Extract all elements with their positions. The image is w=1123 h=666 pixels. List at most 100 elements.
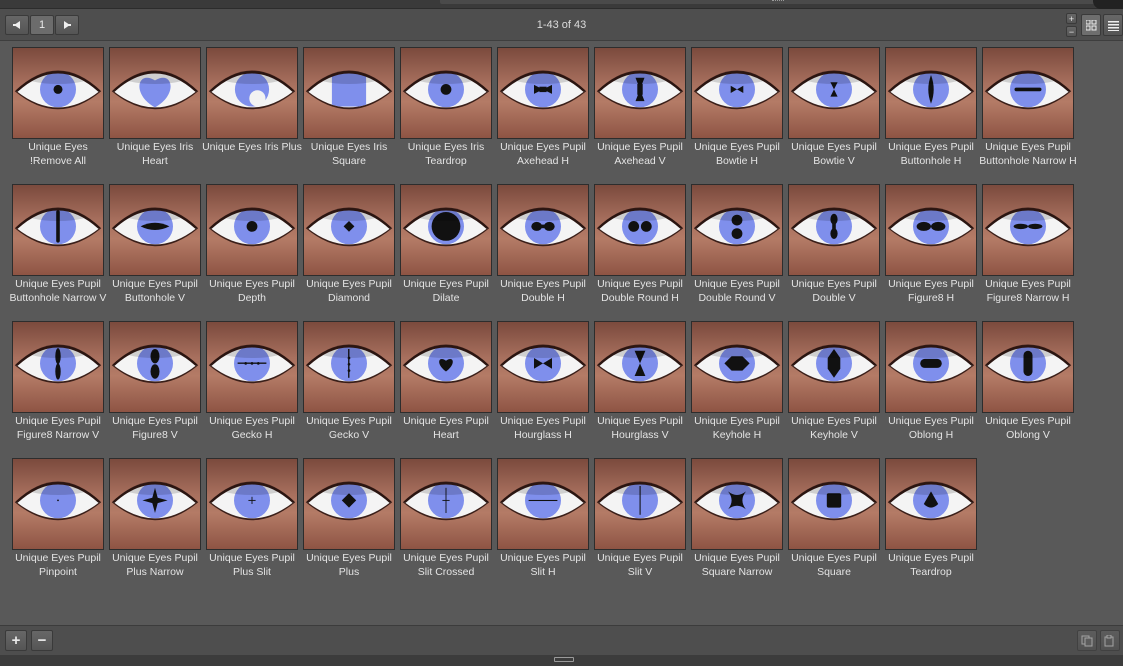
next-page-button[interactable] <box>55 15 79 35</box>
preset-tile[interactable]: Unique Eyes Pupil Buttonhole H <box>883 44 979 178</box>
preset-thumbnail[interactable] <box>206 321 298 413</box>
preset-thumbnail[interactable] <box>206 458 298 550</box>
preset-tile[interactable]: Unique Eyes Iris Square <box>301 44 397 178</box>
preset-thumbnail[interactable] <box>109 47 201 139</box>
zoom-in-button[interactable]: + <box>1066 13 1077 24</box>
preset-thumbnail[interactable] <box>594 458 686 550</box>
preset-tile[interactable]: Unique Eyes Pupil Gecko V <box>301 318 397 452</box>
preset-thumbnail[interactable] <box>594 321 686 413</box>
preset-thumbnail[interactable] <box>788 321 880 413</box>
preset-tile[interactable]: Unique Eyes Pupil Hourglass V <box>592 318 688 452</box>
preset-thumbnail[interactable] <box>12 458 104 550</box>
preset-thumbnail[interactable] <box>594 184 686 276</box>
preset-thumbnail[interactable] <box>691 47 783 139</box>
preset-tile[interactable]: Unique Eyes Pupil Plus Narrow <box>107 455 203 589</box>
preset-thumbnail[interactable] <box>982 47 1074 139</box>
preset-tile[interactable]: Unique Eyes Pupil Buttonhole Narrow H <box>979 44 1077 178</box>
preset-thumbnail[interactable] <box>109 458 201 550</box>
preset-tile[interactable]: Unique Eyes Pupil Figure8 H <box>883 181 979 315</box>
preset-thumbnail[interactable] <box>497 458 589 550</box>
thumbnail-view-button[interactable] <box>1081 14 1101 36</box>
preset-tile[interactable]: Unique Eyes Pupil Bowtie V <box>786 44 882 178</box>
preset-tile[interactable]: Unique Eyes Iris Heart <box>107 44 203 178</box>
preset-tile[interactable]: Unique Eyes Pupil Figure8 Narrow H <box>980 181 1076 315</box>
preset-thumbnail[interactable] <box>691 458 783 550</box>
preset-tile[interactable]: Unique Eyes Pupil Diamond <box>301 181 397 315</box>
preset-thumbnail[interactable] <box>691 184 783 276</box>
preset-thumbnail[interactable] <box>303 184 395 276</box>
preset-thumbnail[interactable] <box>303 321 395 413</box>
preset-tile[interactable]: Unique Eyes Pupil Figure8 Narrow V <box>10 318 106 452</box>
resize-handle[interactable] <box>554 657 574 662</box>
preset-tile[interactable]: Unique Eyes Pupil Keyhole V <box>786 318 882 452</box>
preset-tile[interactable]: Unique Eyes Pupil Double Round H <box>592 181 688 315</box>
preset-tile[interactable]: Unique Eyes Pupil Hourglass H <box>495 318 591 452</box>
preset-thumbnail[interactable] <box>109 321 201 413</box>
preset-thumbnail[interactable] <box>109 184 201 276</box>
preset-tile[interactable]: Unique Eyes Pupil Oblong V <box>980 318 1076 452</box>
preset-tile[interactable]: Unique Eyes Pupil Double Round V <box>689 181 785 315</box>
preset-tile[interactable]: Unique Eyes Pupil Depth <box>204 181 300 315</box>
preset-thumbnail[interactable] <box>885 458 977 550</box>
zoom-out-button[interactable]: − <box>1066 26 1077 37</box>
preset-thumbnail[interactable] <box>497 184 589 276</box>
preset-thumbnail[interactable] <box>303 47 395 139</box>
top-scroll-track[interactable] <box>440 0 1100 4</box>
preset-tile[interactable]: Unique Eyes Pupil Square Narrow <box>689 455 785 589</box>
preset-thumbnail[interactable] <box>12 321 104 413</box>
preset-thumbnail[interactable] <box>400 184 492 276</box>
list-view-button[interactable] <box>1103 14 1123 36</box>
preset-thumbnail[interactable] <box>303 458 395 550</box>
preset-tile[interactable]: Unique Eyes Pupil Teardrop <box>883 455 979 589</box>
remove-button[interactable]: − <box>31 630 53 651</box>
preset-thumbnail[interactable] <box>497 321 589 413</box>
preset-tile[interactable]: Unique Eyes Pupil Buttonhole V <box>107 181 203 315</box>
preset-tile[interactable]: Unique Eyes Pupil Slit Crossed <box>398 455 494 589</box>
previous-page-button[interactable] <box>5 15 29 35</box>
page-number-field[interactable]: 1 <box>30 15 54 35</box>
preset-tile[interactable]: Unique Eyes Pupil Double H <box>495 181 591 315</box>
preset-tile[interactable]: Unique Eyes Pupil Oblong H <box>883 318 979 452</box>
preset-tile[interactable]: Unique Eyes Pupil Slit V <box>592 455 688 589</box>
preset-thumbnail[interactable] <box>12 184 104 276</box>
preset-tile[interactable]: Unique Eyes Pupil Plus Slit <box>204 455 300 589</box>
preset-thumbnail[interactable] <box>788 458 880 550</box>
preset-thumbnail[interactable] <box>12 47 104 139</box>
preset-thumbnail[interactable] <box>594 47 686 139</box>
preset-tile[interactable]: Unique Eyes Pupil Figure8 V <box>107 318 203 452</box>
preset-tile[interactable]: Unique Eyes Pupil Pinpoint <box>10 455 106 589</box>
preset-thumbnail[interactable] <box>885 321 977 413</box>
preset-tile[interactable]: Unique Eyes Pupil Buttonhole Narrow V <box>10 181 106 315</box>
preset-thumbnail[interactable] <box>982 184 1074 276</box>
preset-tile[interactable]: Unique Eyes Pupil Dilate <box>398 181 494 315</box>
preset-thumbnail[interactable] <box>885 184 977 276</box>
resize-grip[interactable] <box>772 0 784 4</box>
preset-tile[interactable]: Unique Eyes Iris Teardrop <box>398 44 494 178</box>
preset-tile[interactable]: Unique Eyes Pupil Heart <box>398 318 494 452</box>
preset-thumbnail[interactable] <box>885 47 977 139</box>
preset-thumbnail[interactable] <box>982 321 1074 413</box>
preset-tile[interactable]: Unique Eyes Pupil Plus <box>301 455 397 589</box>
preset-thumbnail[interactable] <box>497 47 589 139</box>
preset-tile[interactable]: Unique Eyes Pupil Double V <box>786 181 882 315</box>
add-button[interactable]: + <box>5 630 27 651</box>
preset-thumbnail[interactable] <box>788 47 880 139</box>
preset-tile[interactable]: Unique Eyes Pupil Axehead H <box>495 44 591 178</box>
preset-thumbnail[interactable] <box>206 47 298 139</box>
preset-thumbnail[interactable] <box>691 321 783 413</box>
preset-tile[interactable]: Unique Eyes Iris Plus <box>202 44 302 178</box>
preset-thumbnail[interactable] <box>206 184 298 276</box>
preset-tile[interactable]: Unique Eyes Pupil Slit H <box>495 455 591 589</box>
preset-tile[interactable]: Unique Eyes !Remove All <box>10 44 106 178</box>
preset-tile[interactable]: Unique Eyes Pupil Square <box>786 455 882 589</box>
paste-button[interactable] <box>1100 630 1120 651</box>
preset-thumbnail[interactable] <box>400 458 492 550</box>
preset-thumbnail[interactable] <box>400 321 492 413</box>
copy-button[interactable] <box>1077 630 1097 651</box>
preset-tile[interactable]: Unique Eyes Pupil Keyhole H <box>689 318 785 452</box>
preset-tile[interactable]: Unique Eyes Pupil Gecko H <box>204 318 300 452</box>
preset-tile[interactable]: Unique Eyes Pupil Bowtie H <box>689 44 785 178</box>
preset-tile[interactable]: Unique Eyes Pupil Axehead V <box>592 44 688 178</box>
preset-thumbnail[interactable] <box>788 184 880 276</box>
preset-thumbnail[interactable] <box>400 47 492 139</box>
